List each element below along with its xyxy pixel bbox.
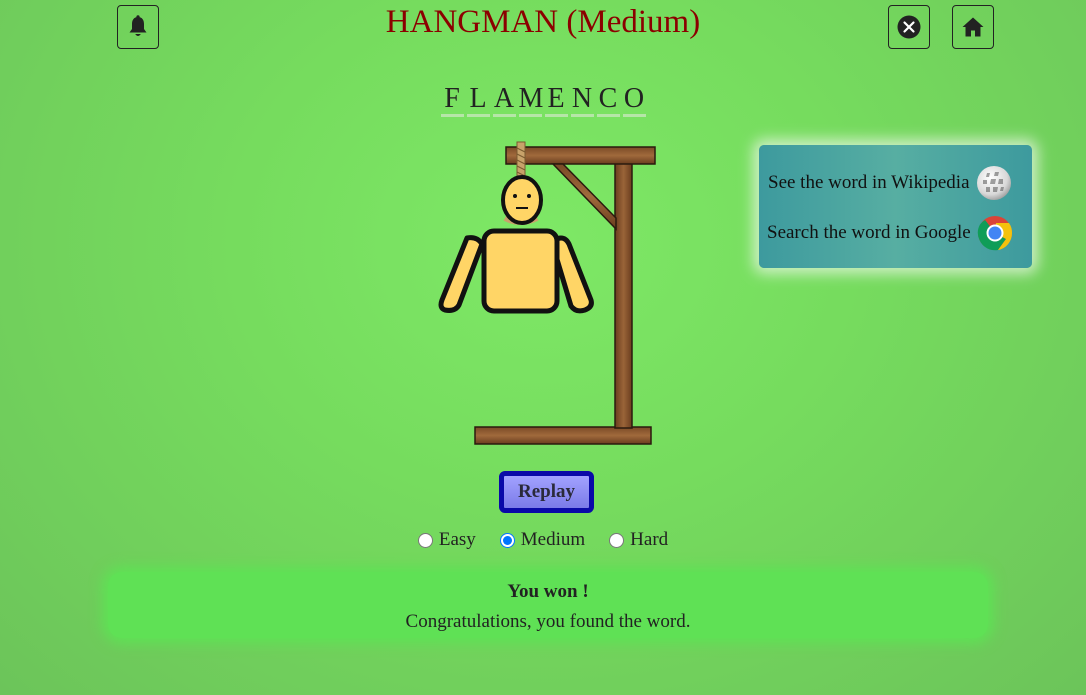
level-option-easy[interactable]: Easy [417,529,476,551]
difficulty-selector: Easy Medium Hard [0,529,1086,551]
level-option-medium[interactable]: Medium [499,529,586,551]
wikipedia-link-label: See the word in Wikipedia [768,172,970,193]
close-circle-icon [897,15,921,39]
wikipedia-link[interactable]: See the word in Wikipedia [768,165,1013,201]
word-letter: E [544,84,568,117]
home-icon [962,17,984,37]
level-label-easy: Easy [438,529,476,550]
gallows-post [614,161,633,429]
result-banner: You won ! Congratulations, you found the… [108,572,988,638]
word-letter: M [518,84,543,117]
close-button[interactable] [888,5,930,49]
google-link[interactable]: Search the word in Google [767,215,1014,251]
level-radio-hard[interactable] [609,532,625,548]
hangman-body [481,228,560,314]
level-radio-easy[interactable] [417,532,433,548]
level-option-hard[interactable]: Hard [609,529,668,551]
level-radio-medium[interactable] [499,532,515,548]
word-letter: O [622,84,646,117]
gallows-brace [551,163,617,231]
result-message: Congratulations, you found the word. [405,611,691,632]
gallows-beam [505,146,656,165]
word-letter: C [596,84,620,117]
wikipedia-icon [976,166,1011,200]
word-links-panel: See the word in Wikipedia Search the wor… [759,145,1032,268]
word-letter: N [570,84,594,117]
hangman-head [501,175,543,225]
google-link-label: Search the word in Google [767,222,971,243]
level-label-medium: Medium [520,529,586,550]
word-letter: A [492,84,516,117]
chrome-icon [977,216,1012,251]
replay-button[interactable]: Replay [499,471,594,513]
word-display: F L A M E N C O [0,84,1086,117]
result-title: You won ! [507,581,589,602]
word-letter: L [466,84,490,117]
home-button[interactable] [952,5,994,49]
level-label-hard: Hard [630,529,669,550]
word-letter: F [440,84,464,117]
hangman-drawing [438,141,656,445]
gallows-base [474,426,652,445]
